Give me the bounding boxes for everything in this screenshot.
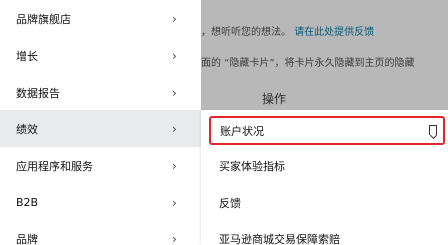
menu-item-apps-services[interactable]: 应用程序和服务 ›	[0, 147, 201, 184]
menu-item-growth[interactable]: 增长 ›	[0, 37, 201, 74]
menu-item-label: 绩效	[16, 122, 38, 136]
bookmark-icon[interactable]	[429, 125, 437, 135]
menu-item-label: 品牌旗舰店	[16, 12, 71, 26]
menu-item-b2b[interactable]: B2B ›	[0, 184, 201, 221]
menu-item-label: B2B	[16, 196, 39, 209]
chevron-right-icon: ›	[172, 11, 177, 26]
submenu-item-label: 买家体验指标	[219, 159, 285, 173]
submenu-item-buyer-experience[interactable]: 买家体验指标	[201, 147, 448, 184]
submenu-item-label: 账户状况	[220, 124, 264, 138]
submenu-item-feedback[interactable]: 反馈	[201, 184, 448, 221]
chevron-right-icon: ›	[172, 195, 177, 210]
chevron-right-icon: ›	[172, 158, 177, 173]
chevron-right-icon: ›	[172, 85, 177, 100]
nav-menu: 品牌旗舰店 › 增长 › 数据报告 › 绩效 › 应用程序和服务 › B2B ›…	[0, 0, 201, 245]
submenu-item-account-health[interactable]: 账户状况	[209, 116, 445, 145]
menu-item-reports[interactable]: 数据报告 ›	[0, 74, 201, 111]
submenu-item-label: 反馈	[219, 196, 241, 210]
performance-submenu: 账户状况 买家体验指标 反馈 亚马逊商城交易保障索赔	[201, 110, 448, 245]
menu-item-brand-store[interactable]: 品牌旗舰店 ›	[0, 0, 201, 37]
menu-item-performance[interactable]: 绩效 ›	[0, 110, 201, 147]
submenu-item-label: 亚马逊商城交易保障索赔	[219, 232, 340, 245]
menu-item-brand[interactable]: 品牌 ›	[0, 220, 201, 245]
chevron-right-icon: ›	[172, 48, 177, 63]
chevron-right-icon: ›	[172, 231, 177, 245]
menu-item-label: 增长	[16, 49, 38, 63]
menu-item-label: 品牌	[16, 232, 38, 245]
submenu-item-a-to-z-claims[interactable]: 亚马逊商城交易保障索赔	[201, 220, 448, 245]
menu-item-label: 应用程序和服务	[16, 159, 93, 173]
menu-item-label: 数据报告	[16, 86, 60, 100]
chevron-right-icon: ›	[172, 121, 177, 136]
